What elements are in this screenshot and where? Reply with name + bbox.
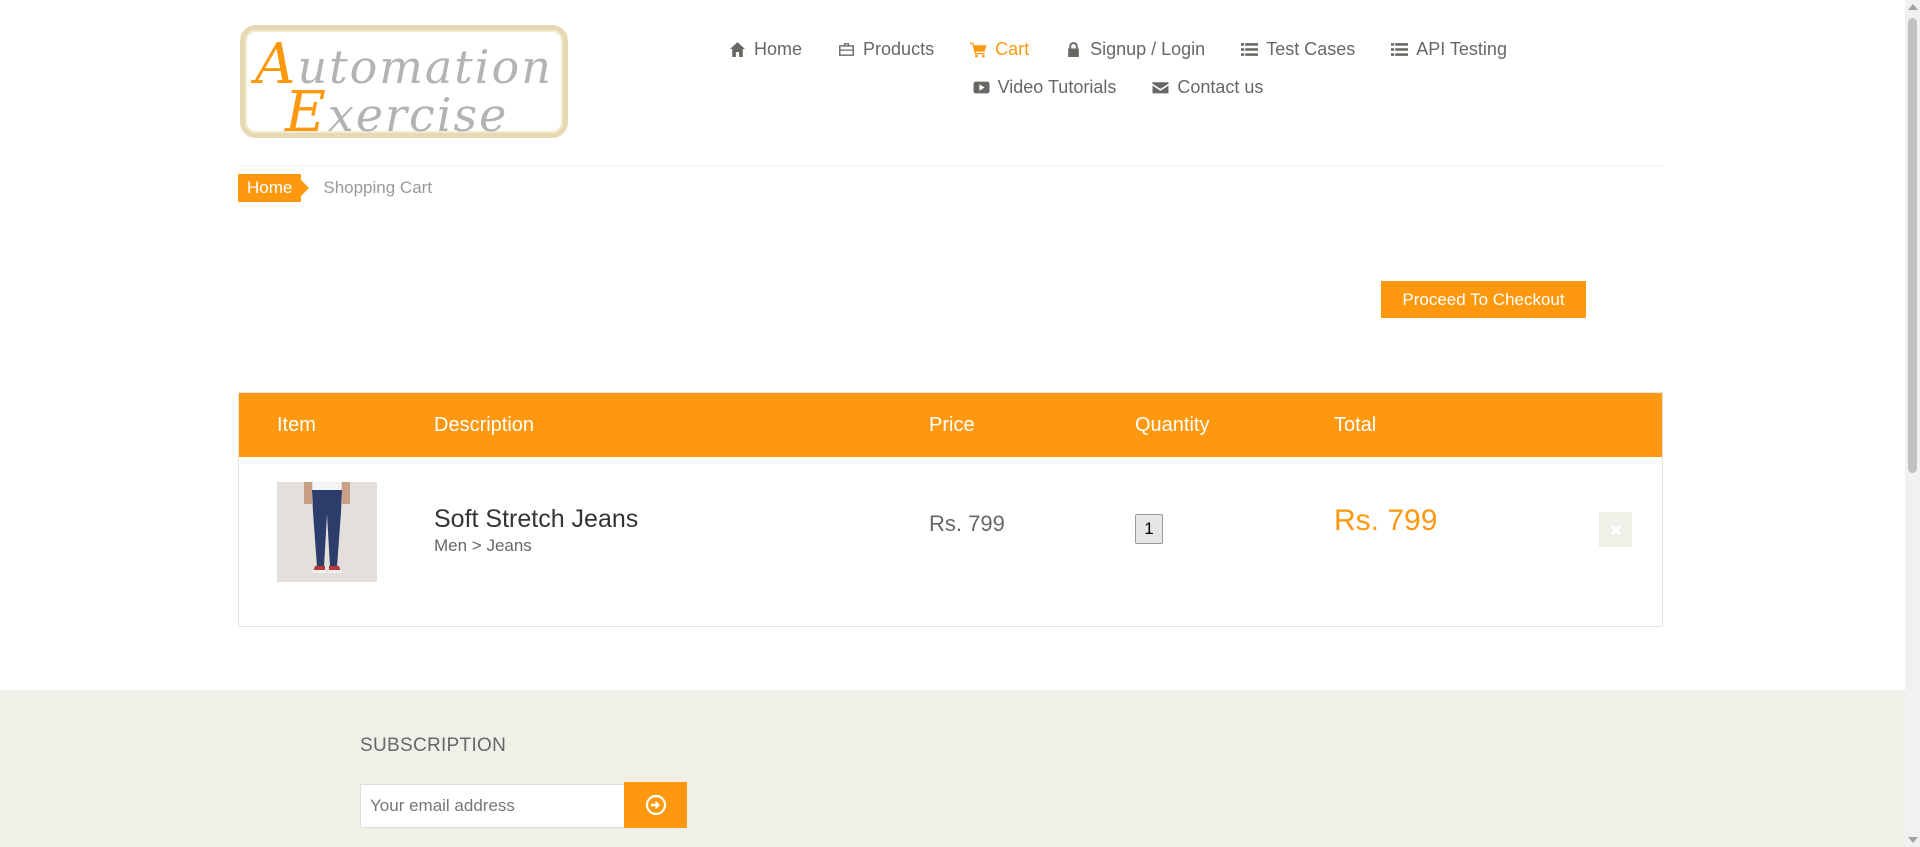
nav-products[interactable]: Products bbox=[820, 34, 952, 64]
subscription-title: SUBSCRIPTION bbox=[360, 735, 507, 756]
cart-icon bbox=[970, 42, 987, 57]
delete-item-button[interactable] bbox=[1599, 512, 1632, 547]
footer bbox=[0, 690, 1905, 847]
cart-table-header: Item Description Price Quantity Total bbox=[239, 393, 1662, 457]
quantity-button[interactable]: 1 bbox=[1135, 514, 1163, 544]
nav-api-testing[interactable]: API Testing bbox=[1373, 34, 1525, 64]
nav-signup-login-label: Signup / Login bbox=[1090, 38, 1206, 59]
page-scrollbar[interactable] bbox=[1905, 0, 1920, 847]
nav-contact-us[interactable]: Contact us bbox=[1134, 72, 1281, 102]
breadcrumb-home[interactable]: Home bbox=[238, 174, 310, 202]
product-price: Rs. 799 bbox=[929, 511, 1005, 536]
cart-table: Item Description Price Quantity Total So… bbox=[238, 392, 1663, 627]
logo-line-2: Exercise bbox=[285, 80, 509, 138]
product-total: Rs. 799 bbox=[1334, 504, 1438, 537]
main-nav: Home Products Cart Signup / Login Test C… bbox=[693, 34, 1543, 102]
product-image[interactable] bbox=[277, 482, 377, 582]
proceed-to-checkout-button[interactable]: Proceed To Checkout bbox=[1381, 281, 1586, 318]
list-icon bbox=[1241, 42, 1259, 56]
jeans-image bbox=[277, 482, 377, 582]
nav-contact-us-label: Contact us bbox=[1177, 76, 1264, 97]
arrow-circle-right-icon bbox=[645, 794, 666, 816]
nav-home[interactable]: Home bbox=[711, 34, 820, 64]
product-category: Men > Jeans bbox=[434, 536, 532, 555]
youtube-icon bbox=[973, 81, 990, 93]
product-name[interactable]: Soft Stretch Jeans bbox=[434, 505, 638, 534]
briefcase-icon bbox=[839, 42, 854, 56]
nav-video-tutorials-label: Video Tutorials bbox=[997, 76, 1117, 97]
list-icon bbox=[1391, 42, 1409, 56]
breadcrumb: Home Shopping Cart bbox=[238, 174, 432, 202]
header-total: Total bbox=[1334, 414, 1377, 436]
nav-test-cases-label: Test Cases bbox=[1266, 38, 1356, 59]
cart-row: Soft Stretch Jeans Men > Jeans Rs. 799 1… bbox=[239, 457, 1662, 627]
subscribe-button[interactable] bbox=[624, 782, 687, 828]
envelope-icon bbox=[1152, 81, 1169, 93]
site-header: Automation Exercise Home Products Cart S… bbox=[238, 0, 1663, 166]
subscribe-email-input[interactable] bbox=[360, 784, 625, 828]
close-icon bbox=[1610, 524, 1621, 535]
nav-video-tutorials[interactable]: Video Tutorials bbox=[955, 72, 1135, 102]
nav-cart[interactable]: Cart bbox=[952, 34, 1047, 64]
nav-test-cases[interactable]: Test Cases bbox=[1223, 34, 1373, 64]
nav-home-label: Home bbox=[754, 38, 803, 59]
nav-cart-label: Cart bbox=[995, 38, 1030, 59]
nav-api-testing-label: API Testing bbox=[1416, 38, 1507, 59]
scroll-down-icon[interactable] bbox=[1908, 837, 1918, 843]
scroll-up-icon[interactable] bbox=[1908, 4, 1918, 10]
home-icon bbox=[730, 41, 745, 57]
header-quantity: Quantity bbox=[1135, 414, 1210, 436]
header-item: Item bbox=[277, 414, 316, 436]
header-price: Price bbox=[929, 414, 975, 436]
site-logo[interactable]: Automation Exercise bbox=[240, 25, 568, 138]
scroll-thumb[interactable] bbox=[1908, 18, 1917, 473]
breadcrumb-current: Shopping Cart bbox=[323, 178, 433, 197]
nav-products-label: Products bbox=[863, 38, 935, 59]
nav-signup-login[interactable]: Signup / Login bbox=[1047, 34, 1223, 64]
header-description: Description bbox=[434, 414, 535, 436]
lock-icon bbox=[1068, 41, 1079, 57]
